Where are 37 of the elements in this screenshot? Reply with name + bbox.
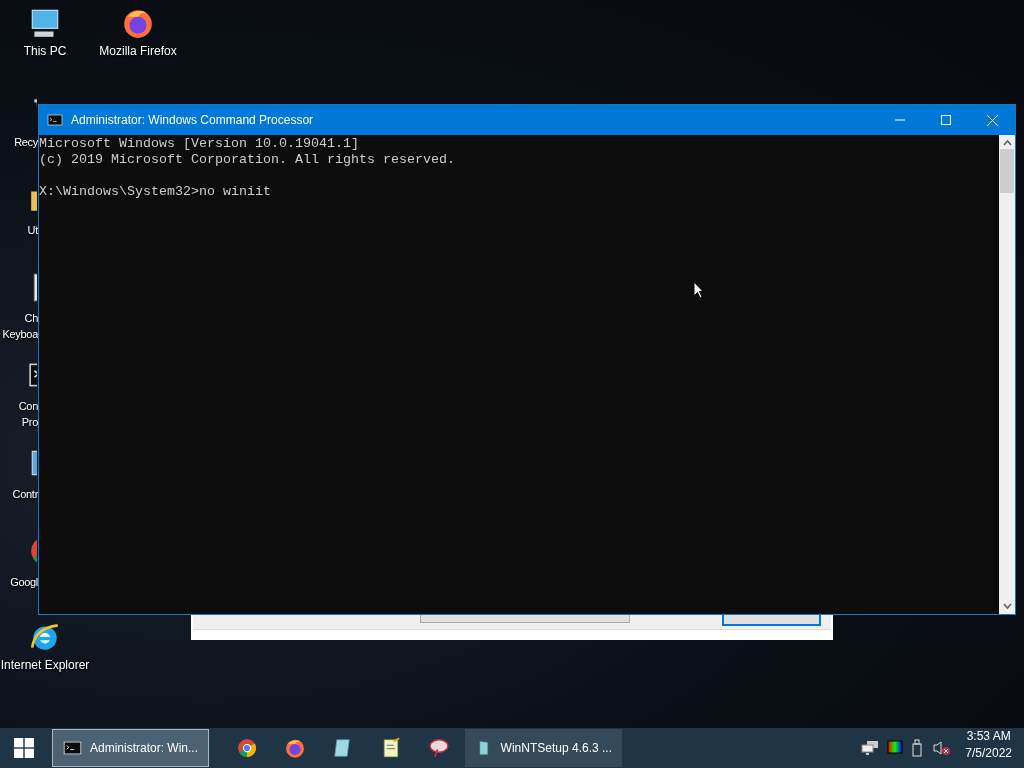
speaker-muted-icon[interactable]: [933, 740, 952, 756]
console-line: (c) 2019 Microsoft Corporation. All rights reserved.: [39, 152, 456, 168]
windows-logo-icon: [14, 738, 34, 758]
app-icon: [236, 737, 258, 759]
minimize-icon: [895, 119, 905, 121]
scroll-down-icon[interactable]: [1002, 602, 1012, 610]
close-icon: [986, 114, 998, 126]
app-icon: [380, 737, 402, 759]
icon-label: Googl: [10, 575, 38, 590]
icon-label: Con: [18, 399, 38, 414]
console-line: Microsoft Windows [Version 10.0.19041.1]: [39, 136, 360, 152]
app-icon: [284, 737, 306, 759]
window-title: Administrator: Windows Command Processor: [71, 113, 315, 127]
icon-label: Mozilla Firefox: [98, 43, 178, 59]
icon-label: Pro: [21, 415, 38, 430]
icon-label: Contr: [12, 487, 38, 502]
icon-label: Recy: [14, 135, 38, 150]
icon-label: Internet Explorer: [0, 657, 90, 673]
scroll-thumb[interactable]: [1000, 149, 1014, 193]
network-icon[interactable]: [861, 740, 880, 756]
display-icon[interactable]: [887, 740, 904, 756]
command-prompt-line: X:\Windows\System32>no winiit: [39, 184, 272, 200]
icon-label: This PC: [22, 43, 68, 59]
taskbar-button[interactable]: WinNTSetup 4.6.3 ...: [465, 729, 622, 767]
console-icon: [47, 112, 63, 128]
maximize-icon: [941, 115, 951, 125]
clock[interactable]: 3:53 AM 7/5/2022: [957, 728, 1024, 768]
scrollbar[interactable]: [999, 135, 1015, 614]
icon-label: Keyboa: [2, 327, 38, 342]
button[interactable]: [722, 615, 821, 626]
taskbar-button[interactable]: Administrator: Win...: [52, 729, 209, 767]
mouse-pointer-icon: [693, 281, 704, 300]
icon-label: Ut: [27, 223, 38, 238]
app-icon: [428, 737, 450, 759]
scroll-up-icon[interactable]: [1002, 139, 1012, 147]
icon-label: Ch: [24, 311, 38, 326]
input-field[interactable]: [420, 615, 630, 623]
